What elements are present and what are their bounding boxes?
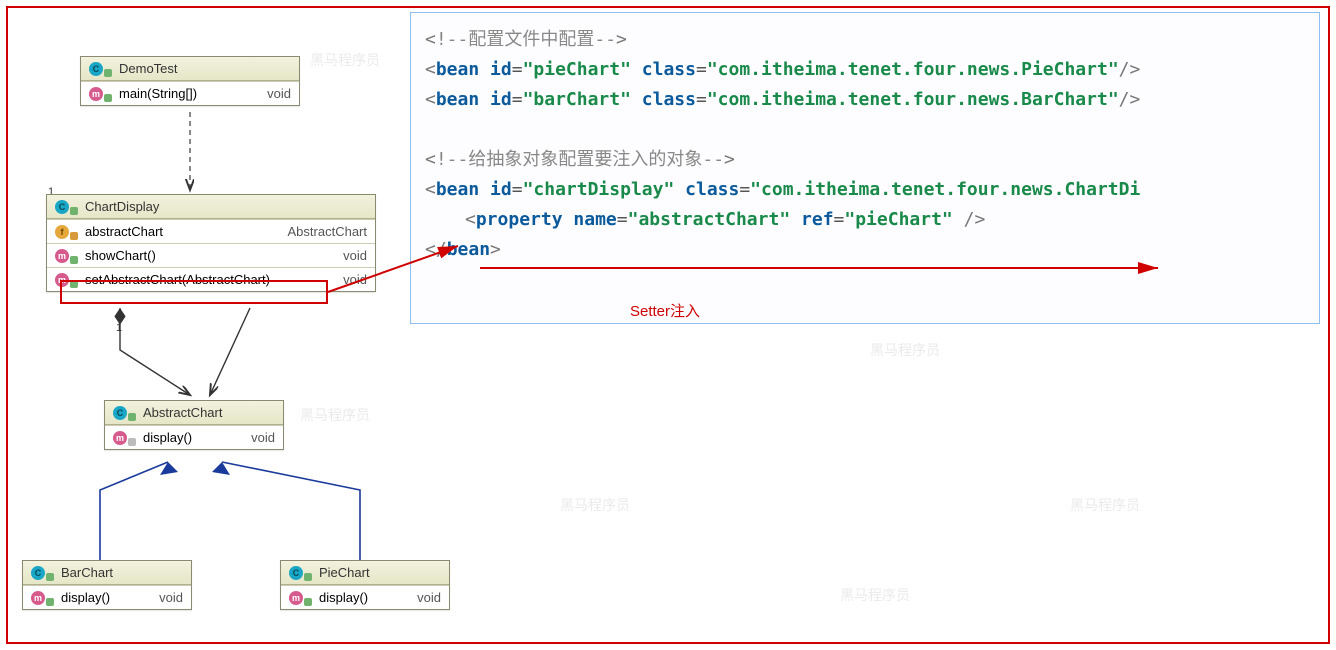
sub-icon [304, 573, 312, 581]
bean-id: pieChart [533, 59, 620, 80]
sub-icon [104, 69, 112, 77]
watermark: 黑马程序员 [870, 340, 940, 360]
class-name: AbstractChart [143, 405, 222, 420]
sub-icon [46, 573, 54, 581]
member-ret: AbstractChart [274, 224, 367, 239]
sub-icon [70, 280, 78, 288]
sub-icon [128, 413, 136, 421]
method-icon [113, 431, 127, 445]
member-ret: void [329, 272, 367, 287]
member-ret: void [329, 248, 367, 263]
class-chart-display: ChartDisplay abstractChart AbstractChart… [46, 194, 376, 292]
code-line: <bean id="pieChart" class="com.itheima.t… [425, 55, 1305, 85]
comment-text: !--给抽象对象配置要注入的对象-- [436, 149, 724, 170]
sub-icon [70, 232, 78, 240]
sub-icon [104, 94, 112, 102]
sub-icon [70, 207, 78, 215]
xml-config-panel: <!--配置文件中配置--> <bean id="pieChart" class… [410, 12, 1320, 324]
member-ret: void [403, 590, 441, 605]
class-bar-chart: BarChart display() void [22, 560, 192, 610]
sub-icon [128, 438, 136, 446]
comment-text: !--配置文件中配置-- [436, 29, 616, 50]
class-pie-chart: PieChart display() void [280, 560, 450, 610]
method-icon [289, 591, 303, 605]
class-icon [55, 200, 69, 214]
member-ret: void [145, 590, 183, 605]
member-sig: abstractChart [85, 224, 163, 239]
class-name: PieChart [319, 565, 370, 580]
field-icon [55, 225, 69, 239]
code-line: <!--给抽象对象配置要注入的对象--> [425, 145, 1305, 175]
code-line: <property name="abstractChart" ref="pieC… [425, 205, 1305, 235]
bean-class: com.itheima.tenet.four.news.ChartDi [761, 179, 1140, 200]
member-sig: showChart() [85, 248, 156, 263]
method-icon [89, 87, 103, 101]
member-sig: display() [61, 590, 110, 605]
code-line: <!--配置文件中配置--> [425, 25, 1305, 55]
code-line: <bean id="chartDisplay" class="com.ithei… [425, 175, 1305, 205]
class-name: BarChart [61, 565, 113, 580]
sub-icon [70, 256, 78, 264]
watermark: 黑马程序员 [560, 495, 630, 515]
multiplicity: 1 [116, 322, 122, 334]
watermark: 黑马程序员 [1070, 495, 1140, 515]
bean-class: com.itheima.tenet.four.news.PieChart [718, 59, 1108, 80]
watermark: 黑马程序员 [300, 405, 370, 425]
bean-id: barChart [533, 89, 620, 110]
property-name: abstractChart [638, 209, 779, 230]
class-name: ChartDisplay [85, 199, 159, 214]
watermark: 黑马程序员 [310, 50, 380, 70]
class-icon [89, 62, 103, 76]
class-name: DemoTest [119, 61, 178, 76]
sub-icon [46, 598, 54, 606]
member-ret: void [253, 86, 291, 101]
member-sig: display() [143, 430, 192, 445]
code-line: <bean id="barChart" class="com.itheima.t… [425, 85, 1305, 115]
code-line: </bean> [425, 235, 1305, 265]
method-icon [55, 249, 69, 263]
bean-id: chartDisplay [533, 179, 663, 200]
class-demo-test: DemoTest main(String[]) void [80, 56, 300, 106]
method-icon [31, 591, 45, 605]
setter-annotation: Setter注入 [630, 300, 700, 321]
watermark: 黑马程序员 [840, 585, 910, 605]
class-icon [289, 566, 303, 580]
property-ref: pieChart [855, 209, 942, 230]
class-abstract-chart: AbstractChart display() void [104, 400, 284, 450]
member-ret: void [237, 430, 275, 445]
member-sig: display() [319, 590, 368, 605]
close-tag: bean [447, 239, 490, 260]
member-sig: main(String[]) [119, 86, 197, 101]
bean-class: com.itheima.tenet.four.news.BarChart [718, 89, 1108, 110]
class-icon [113, 406, 127, 420]
class-icon [31, 566, 45, 580]
method-icon [55, 273, 69, 287]
sub-icon [304, 598, 312, 606]
member-sig: setAbstractChart(AbstractChart) [85, 272, 270, 287]
